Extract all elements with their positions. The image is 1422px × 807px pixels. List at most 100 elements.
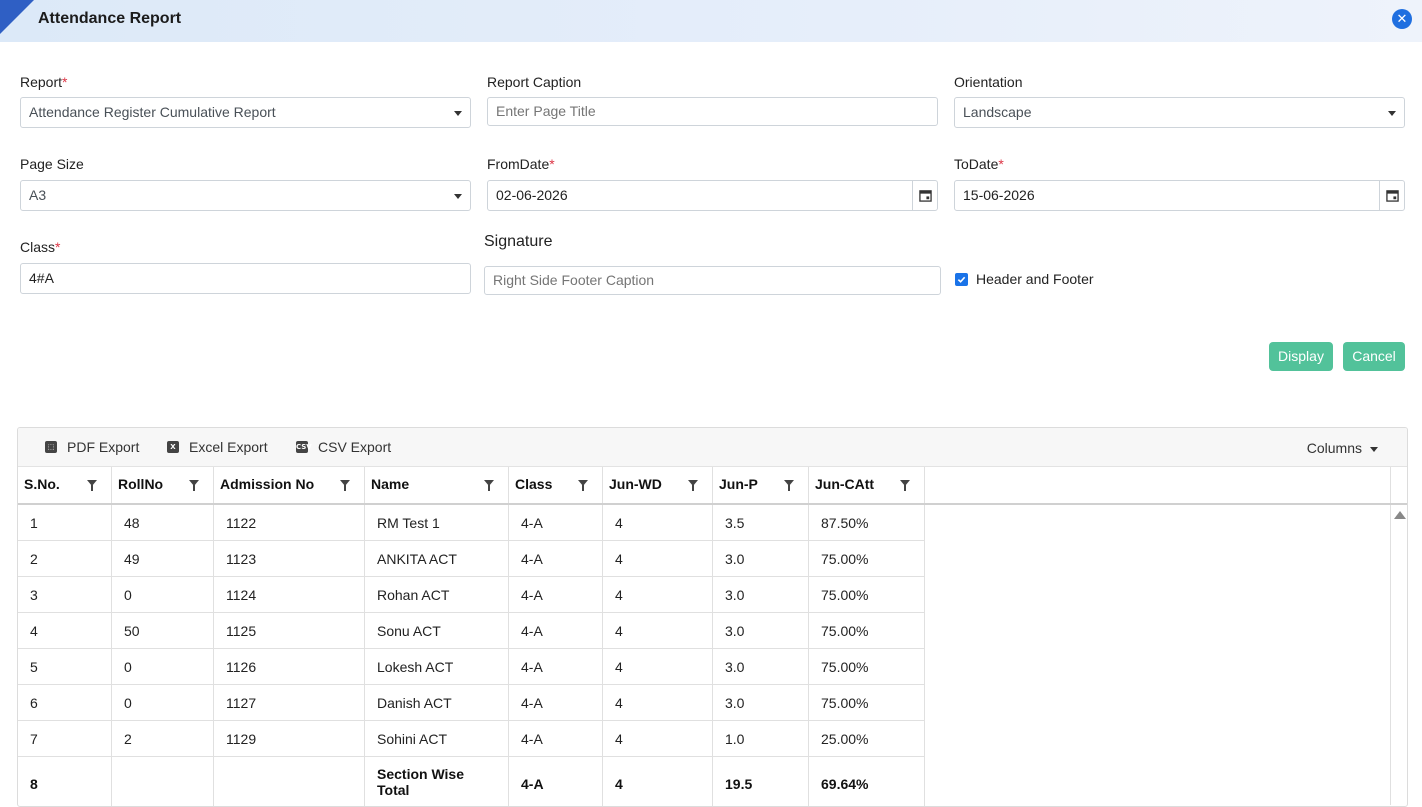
column-header-jun-wd[interactable]: Jun-WD [603,467,713,503]
column-header-jun-p[interactable]: Jun-P [713,467,809,503]
cell-name: Lokesh ACT [365,649,509,684]
csv-export-button[interactable]: CSV CSV Export [296,439,391,455]
table-row[interactable]: 6 0 1127 Danish ACT 4-A 4 3.0 75.00% [18,685,925,721]
cell-admission-no: 1129 [214,721,365,756]
header-footer-label: Header and Footer [976,271,1094,287]
cell-class: 4-A [509,757,603,806]
excel-export-button[interactable]: X Excel Export [167,439,268,455]
close-icon[interactable]: ✕ [1392,9,1412,29]
filter-icon[interactable] [484,480,494,491]
cell-rollno: 48 [112,505,214,540]
cell-class: 4-A [509,577,603,612]
filter-icon[interactable] [578,480,588,491]
corner-ribbon [0,0,34,34]
cell-jun-wd: 4 [603,613,713,648]
scroll-up-icon[interactable] [1394,511,1406,519]
column-header-label: Admission No [220,476,315,492]
cell-sno: 1 [18,505,112,540]
orientation-select[interactable]: Landscape [954,97,1405,128]
table-header: S.No. RollNo Admission No Name Class Jun-WD Ju… [18,467,1407,505]
title-bar: Attendance Report ✕ [0,0,1422,42]
cell-class: 4-A [509,505,603,540]
cell-jun-wd: 4 [603,721,713,756]
class-input[interactable]: 4#A [20,263,471,294]
calendar-icon[interactable] [912,181,937,210]
cell-jun-wd: 4 [603,541,713,576]
table-row[interactable]: 7 2 1129 Sohini ACT 4-A 4 1.0 25.00% [18,721,925,757]
cell-sno: 2 [18,541,112,576]
to-date-input[interactable]: 15-06-2026 [954,180,1405,211]
column-header-name[interactable]: Name [365,467,509,503]
column-header-sno[interactable]: S.No. [18,467,112,503]
table-row[interactable]: 3 0 1124 Rohan ACT 4-A 4 3.0 75.00% [18,577,925,613]
column-header-spacer [925,467,1391,503]
report-caption-input[interactable] [487,97,938,126]
page-size-select[interactable]: A3 [20,180,471,211]
orientation-label: Orientation [954,74,1023,90]
cell-rollno: 0 [112,577,214,612]
cell-jun-wd: 4 [603,685,713,720]
page-size-label: Page Size [20,156,84,172]
column-header-label: Jun-P [719,476,758,492]
cell-jun-p: 1.0 [713,721,809,756]
cell-jun-catt: 25.00% [809,721,925,756]
vertical-scrollbar[interactable] [1390,505,1407,805]
cell-sno: 6 [18,685,112,720]
column-header-rollno[interactable]: RollNo [112,467,214,503]
cell-jun-catt: 75.00% [809,685,925,720]
signature-label: Signature [484,233,553,250]
column-header-admission-no[interactable]: Admission No [214,467,365,503]
class-label: Class* [20,239,61,255]
filter-icon[interactable] [87,480,97,491]
csv-icon: CSV [296,441,312,453]
cell-admission-no: 1123 [214,541,365,576]
cell-jun-catt: 69.64% [809,757,925,806]
filter-icon[interactable] [189,480,199,491]
table-row[interactable]: 5 0 1126 Lokesh ACT 4-A 4 3.0 75.00% [18,649,925,685]
excel-icon: X [167,441,179,453]
column-header-label: S.No. [24,476,60,492]
header-footer-checkbox[interactable] [955,273,968,286]
cell-rollno: 50 [112,613,214,648]
signature-input[interactable] [484,266,941,295]
pdf-export-button[interactable]: ⬚ PDF Export [45,439,139,455]
column-header-label: RollNo [118,476,164,492]
cell-name: Sonu ACT [365,613,509,648]
cell-class: 4-A [509,541,603,576]
report-caption-label: Report Caption [487,74,582,90]
cell-name: Danish ACT [365,685,509,720]
column-header-jun-catt[interactable]: Jun-CAtt [809,467,925,503]
cell-admission-no: 1122 [214,505,365,540]
calendar-icon[interactable] [1379,181,1404,210]
display-button[interactable]: Display [1269,342,1333,371]
cell-name: Sohini ACT [365,721,509,756]
column-header-label: Name [371,476,410,492]
cell-admission-no: 1125 [214,613,365,648]
cell-rollno: 0 [112,685,214,720]
filter-icon[interactable] [688,480,698,491]
cell-jun-p: 3.0 [713,613,809,648]
columns-menu-button[interactable]: Columns [1307,440,1378,456]
cancel-button[interactable]: Cancel [1343,342,1405,371]
filter-icon[interactable] [900,480,910,491]
column-header-class[interactable]: Class [509,467,603,503]
table-row[interactable]: 1 48 1122 RM Test 1 4-A 4 3.5 87.50% [18,505,925,541]
cell-class: 4-A [509,649,603,684]
filter-icon[interactable] [784,480,794,491]
cell-sno: 7 [18,721,112,756]
cell-jun-catt: 75.00% [809,613,925,648]
cell-jun-wd: 4 [603,757,713,806]
cell-class: 4-A [509,613,603,648]
cell-jun-catt: 87.50% [809,505,925,540]
cell-jun-p: 3.0 [713,577,809,612]
cell-admission-no: 1127 [214,685,365,720]
to-date-label: ToDate* [954,156,1004,172]
report-select[interactable]: Attendance Register Cumulative Report [20,97,471,128]
table-row[interactable]: 2 49 1123 ANKITA ACT 4-A 4 3.0 75.00% [18,541,925,577]
table-total-row[interactable]: 8 Section Wise Total 4-A 4 19.5 69.64% [18,757,925,806]
table-row[interactable]: 4 50 1125 Sonu ACT 4-A 4 3.0 75.00% [18,613,925,649]
cell-sno: 4 [18,613,112,648]
from-date-input[interactable]: 02-06-2026 [487,180,938,211]
filter-icon[interactable] [340,480,350,491]
cell-name: ANKITA ACT [365,541,509,576]
